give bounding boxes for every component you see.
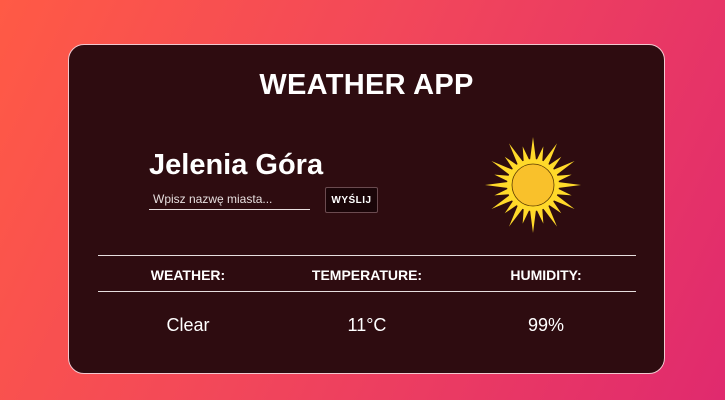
- weather-value: Clear: [166, 315, 210, 335]
- send-button[interactable]: WYŚLIJ: [325, 187, 378, 213]
- app-title: WEATHER APP: [259, 69, 474, 101]
- humidity-value: 99%: [527, 315, 565, 335]
- sun-core: [511, 163, 555, 207]
- weather-header: WEATHER:: [150, 267, 226, 283]
- city-search-input[interactable]: [149, 188, 310, 210]
- temperature-value: 11°C: [347, 315, 387, 335]
- table-top-divider: [98, 255, 636, 256]
- city-name: Jelenia Góra: [149, 149, 324, 181]
- sun-icon: [485, 137, 581, 233]
- temperature-header: TEMPERATURE:: [311, 267, 423, 283]
- humidity-header: HUMIDITY:: [510, 267, 582, 283]
- table-header-divider: [98, 291, 636, 292]
- weather-card: WEATHER APP Jelenia Góra WYŚLIJ WEATHER:…: [68, 44, 665, 374]
